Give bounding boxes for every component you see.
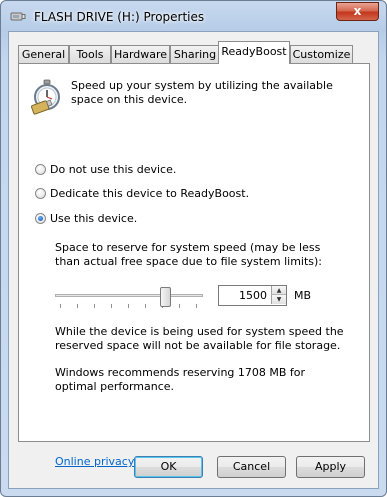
slider-thumb[interactable] bbox=[160, 287, 171, 307]
reserve-space-slider[interactable] bbox=[55, 287, 203, 310]
tab-general[interactable]: General bbox=[18, 45, 69, 63]
ok-button[interactable]: OK bbox=[134, 456, 203, 478]
apply-button[interactable]: Apply bbox=[296, 456, 365, 478]
reserve-space-spinbox[interactable]: 1500 ▲ ▼ bbox=[218, 285, 287, 306]
readyboost-panel: Speed up your system by utilizing the av… bbox=[18, 63, 370, 468]
slider-tick bbox=[128, 304, 129, 308]
slider-track bbox=[55, 294, 203, 297]
tab-customize[interactable]: Customize bbox=[290, 45, 353, 63]
tab-hardware[interactable]: Hardware bbox=[111, 45, 170, 63]
close-icon: x bbox=[353, 4, 362, 18]
reserve-space-value[interactable]: 1500 bbox=[239, 289, 267, 302]
readyboost-intro-text: Speed up your system by utilizing the av… bbox=[71, 79, 333, 106]
tab-tools[interactable]: Tools bbox=[69, 45, 111, 63]
tab-strip: General Tools Hardware Sharing ReadyBoos… bbox=[18, 41, 370, 64]
option-dedicate[interactable]: Dedicate this device to ReadyBoost. bbox=[35, 185, 249, 201]
spin-up-icon[interactable]: ▲ bbox=[271, 286, 286, 295]
readyboost-stopwatch-icon bbox=[31, 79, 60, 115]
slider-tick bbox=[179, 304, 180, 308]
slider-tick bbox=[77, 304, 78, 308]
usb-drive-icon bbox=[10, 12, 26, 21]
recommendation-text: Windows recommends reserving 1708 MB for… bbox=[55, 366, 306, 393]
option-do-not-use[interactable]: Do not use this device. bbox=[35, 161, 176, 177]
option-use-device[interactable]: Use this device. bbox=[35, 210, 137, 226]
close-button[interactable]: x bbox=[336, 2, 379, 21]
option-dedicate-label: Dedicate this device to ReadyBoost. bbox=[50, 186, 250, 200]
dialog-client-area: General Tools Hardware Sharing ReadyBoos… bbox=[8, 31, 379, 489]
spin-down-icon[interactable]: ▼ bbox=[271, 295, 286, 304]
slider-tick bbox=[60, 304, 61, 308]
reserve-space-label: Space to reserve for system speed (may b… bbox=[55, 241, 323, 268]
reserved-space-note: While the device is being used for syste… bbox=[55, 325, 344, 352]
tab-readyboost[interactable]: ReadyBoost bbox=[218, 41, 290, 64]
slider-tick bbox=[196, 304, 197, 308]
cancel-button[interactable]: Cancel bbox=[217, 456, 286, 478]
reserve-unit-label: MB bbox=[294, 289, 312, 302]
slider-tick bbox=[94, 304, 95, 308]
title-bar[interactable]: FLASH DRIVE (H:) Properties x bbox=[1, 1, 386, 31]
radio-use-device[interactable] bbox=[35, 212, 46, 224]
tab-sharing[interactable]: Sharing bbox=[170, 45, 220, 63]
option-use-device-label: Use this device. bbox=[50, 211, 138, 225]
radio-dedicate[interactable] bbox=[35, 187, 46, 199]
window-title: FLASH DRIVE (H:) Properties bbox=[34, 10, 205, 24]
radio-do-not-use[interactable] bbox=[35, 163, 46, 175]
slider-tick bbox=[111, 304, 112, 308]
properties-window: FLASH DRIVE (H:) Properties x General To… bbox=[0, 0, 387, 497]
slider-tick bbox=[145, 304, 146, 308]
option-do-not-use-label: Do not use this device. bbox=[50, 162, 177, 176]
